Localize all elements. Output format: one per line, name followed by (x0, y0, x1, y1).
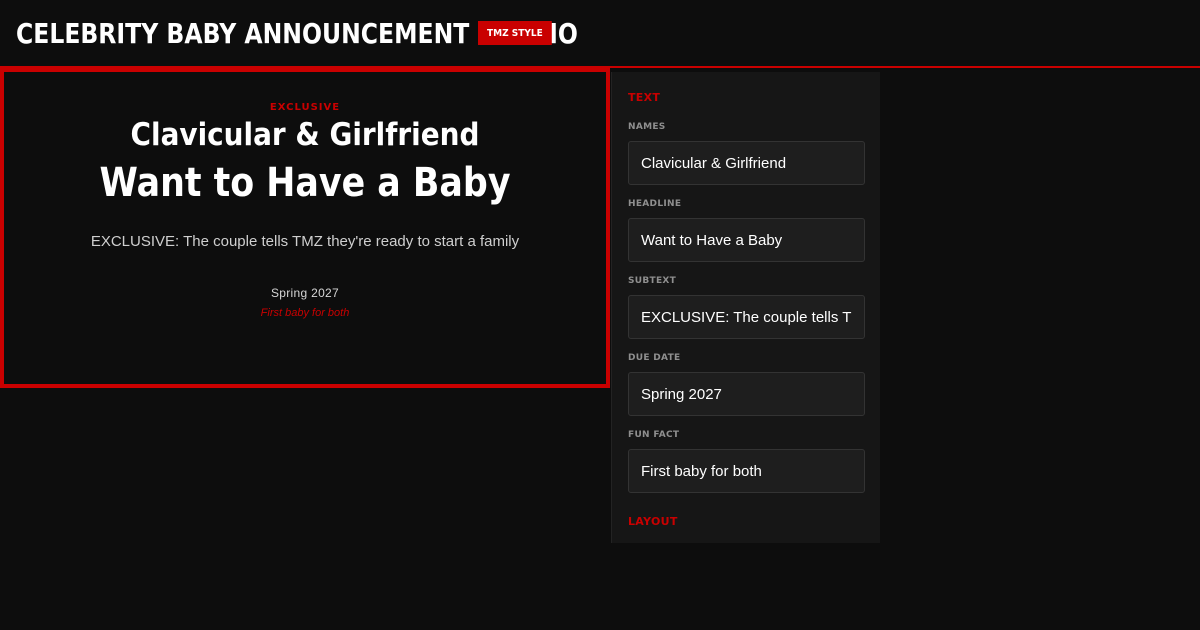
preview-fun-fact: First baby for both (260, 307, 350, 319)
names-input[interactable] (628, 141, 865, 185)
headline-label: HEADLINE (628, 199, 682, 209)
headline-input[interactable] (628, 218, 865, 262)
top-bar: CELEBRITY BABY ANNOUNCEMENT STUDIO TMZ S… (0, 0, 1200, 68)
names-label: NAMES (628, 122, 666, 132)
fun-fact-input[interactable] (628, 449, 865, 493)
preview-due-date: Spring 2027 (270, 286, 340, 300)
preview-headline: Want to Have a Baby (99, 160, 511, 206)
preview-names: Clavicular & Girlfriend (130, 117, 480, 153)
due-date-input[interactable] (628, 372, 865, 416)
fun-fact-label: FUN FACT (628, 430, 680, 440)
announcement-preview: EXCLUSIVE Clavicular & Girlfriend Want t… (0, 68, 610, 388)
subtext-label: SUBTEXT (628, 276, 677, 286)
editor-panel: TEXT NAMES HEADLINE SUBTEXT DUE DATE FUN… (611, 72, 880, 543)
app-title: CELEBRITY BABY ANNOUNCEMENT STUDIO (16, 16, 578, 50)
due-date-label: DUE DATE (628, 353, 681, 363)
preview-kicker: EXCLUSIVE (269, 102, 341, 113)
subtext-input[interactable] (628, 295, 865, 339)
style-badge: TMZ STYLE (478, 21, 552, 45)
layout-section-title: LAYOUT (628, 515, 678, 528)
preview-subtext: EXCLUSIVE: The couple tells TMZ they're … (90, 233, 520, 250)
text-section-title: TEXT (628, 91, 661, 104)
